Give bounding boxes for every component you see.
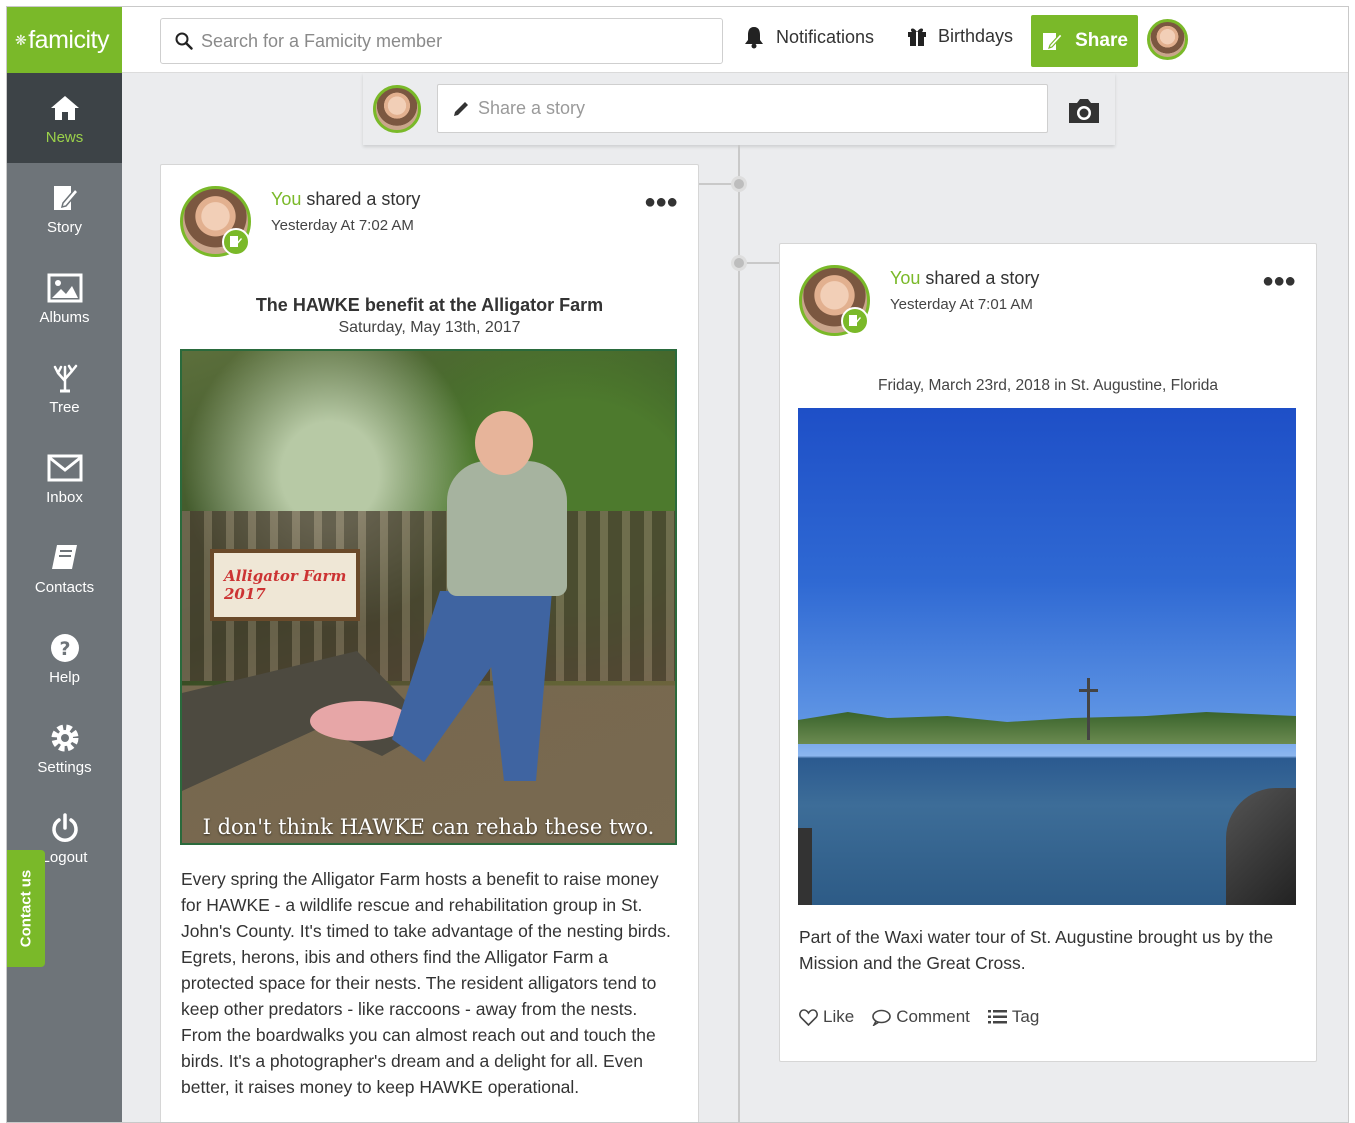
logo-text: famicity — [28, 25, 109, 54]
post-timestamp: Yesterday At 7:01 AM — [890, 296, 1033, 313]
birthdays-label: Birthdays — [938, 25, 1014, 46]
author-name[interactable]: You — [271, 189, 301, 209]
like-label: Like — [823, 1007, 855, 1026]
image-icon — [47, 271, 83, 305]
sign-text: Alligator Farm 2017 — [224, 567, 347, 603]
sidebar-item-story[interactable]: Story — [7, 163, 122, 253]
share-story-input[interactable] — [478, 98, 1038, 119]
sidebar-item-tree[interactable]: Tree — [7, 343, 122, 433]
comment-button[interactable]: Comment — [872, 1007, 970, 1027]
story-date: Saturday, May 13th, 2017 — [338, 319, 521, 336]
story-composer — [363, 73, 1115, 145]
photo-sign: Alligator Farm 2017 — [210, 549, 360, 621]
home-icon — [49, 91, 81, 125]
author-action: shared a story — [920, 268, 1040, 288]
timeline-line — [738, 145, 740, 1122]
story-icon — [51, 181, 79, 215]
sidebar-item-label: Logout — [41, 848, 88, 866]
story-body: Every spring the Alligator Farm hosts a … — [181, 869, 671, 1097]
edit-note-icon — [1043, 33, 1063, 50]
story-body: Part of the Waxi water tour of St. Augus… — [799, 927, 1274, 973]
list-icon — [987, 1010, 1007, 1024]
sidebar-item-label: Contacts — [34, 578, 95, 596]
top-bar: ❋ famicity Notifications Bir — [7, 7, 1348, 73]
share-button[interactable]: Share — [1031, 15, 1138, 67]
svg-text:?: ? — [59, 638, 70, 660]
envelope-icon — [47, 451, 83, 485]
comment-label: Comment — [896, 1007, 970, 1026]
story-card: You shared a story Yesterday At 7:01 AM … — [779, 243, 1317, 1062]
search-input[interactable] — [201, 30, 701, 52]
member-search[interactable] — [160, 18, 723, 64]
sidebar-item-label: Tree — [49, 398, 80, 416]
more-options-icon[interactable]: ●●● — [644, 191, 678, 214]
sidebar-item-inbox[interactable]: Inbox — [7, 433, 122, 523]
gear-icon — [49, 721, 81, 755]
sidebar-item-label: News — [45, 128, 84, 146]
photo-boat-edge — [1226, 788, 1296, 905]
tag-button[interactable]: Tag — [987, 1007, 1040, 1027]
sidebar-item-contacts[interactable]: Contacts — [7, 523, 122, 613]
sidebar-item-label: Story — [46, 218, 82, 236]
power-icon — [49, 811, 81, 845]
photo-boat-rail — [798, 828, 812, 905]
story-photo[interactable]: Alligator Farm 2017 I don't think HAWKE … — [180, 349, 677, 845]
post-timestamp: Yesterday At 7:02 AM — [271, 217, 414, 234]
famicity-logo[interactable]: ❋ famicity — [7, 7, 122, 73]
photo-caption: I don't think HAWKE can rehab these two. — [202, 815, 655, 839]
timeline-dot — [731, 176, 747, 192]
gift-icon — [908, 28, 926, 46]
book-icon — [49, 541, 81, 575]
logo-tree-icon: ❋ — [15, 31, 27, 48]
post-actions: Like Comment Tag — [799, 1007, 1039, 1027]
app-window: ❋ famicity Notifications Bir — [6, 6, 1349, 1123]
photo-man-shirt — [447, 461, 567, 596]
tree-icon — [50, 361, 80, 395]
photo-man-head — [475, 411, 533, 475]
sidebar-item-news[interactable]: News — [7, 73, 122, 163]
story-title: The HAWKE benefit at the Alligator Farm — [255, 295, 604, 315]
bell-icon — [745, 27, 763, 49]
author-name[interactable]: You — [890, 268, 920, 288]
notifications-link[interactable]: Notifications — [742, 25, 874, 49]
pencil-icon — [454, 101, 468, 116]
like-button[interactable]: Like — [799, 1007, 854, 1027]
story-date-location: Friday, March 23rd, 2018 in St. Augustin… — [877, 377, 1219, 394]
sidebar-item-label: Albums — [39, 308, 90, 326]
story-photo[interactable] — [798, 408, 1296, 905]
more-options-icon[interactable]: ●●● — [1262, 270, 1296, 293]
photo-great-cross — [1087, 678, 1090, 740]
user-avatar[interactable] — [1147, 19, 1188, 60]
birthdays-link[interactable]: Birthdays — [906, 25, 1013, 47]
question-icon: ? — [49, 631, 81, 665]
search-icon — [175, 32, 193, 50]
tag-label: Tag — [1011, 1007, 1040, 1026]
photo-great-cross-arm — [1079, 689, 1098, 692]
author-line: You shared a story — [890, 268, 1039, 289]
sidebar-item-settings[interactable]: Settings — [7, 703, 122, 793]
story-badge-icon — [841, 307, 869, 335]
story-card: You shared a story Yesterday At 7:02 AM … — [160, 164, 699, 1122]
camera-icon[interactable] — [1066, 97, 1102, 125]
contact-us-label: Contact us — [17, 869, 35, 948]
heart-icon — [799, 1008, 818, 1026]
sidebar-item-label: Inbox — [46, 488, 83, 506]
share-label: Share — [1075, 30, 1128, 51]
comment-icon — [872, 1009, 891, 1026]
sidebar-item-albums[interactable]: Albums — [7, 253, 122, 343]
timeline-dot — [731, 255, 747, 271]
author-line: You shared a story — [271, 189, 420, 210]
sidebar-item-help[interactable]: ? Help — [7, 613, 122, 703]
contact-us-tab[interactable]: Contact us — [7, 850, 45, 967]
share-story-field[interactable] — [437, 84, 1048, 133]
story-badge-icon — [222, 228, 250, 256]
sidebar-item-label: Help — [49, 668, 80, 686]
photo-shoreline — [798, 712, 1296, 744]
composer-avatar — [373, 85, 421, 133]
author-action: shared a story — [301, 189, 421, 209]
notifications-label: Notifications — [776, 26, 875, 47]
sidebar-item-label: Settings — [37, 758, 92, 776]
